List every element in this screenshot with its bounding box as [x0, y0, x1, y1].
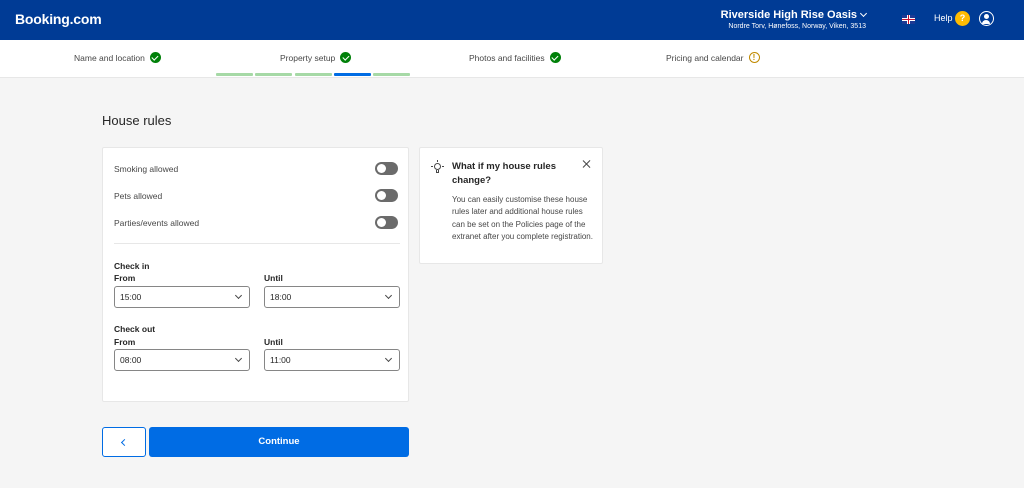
check-in-until-select[interactable]: 18:00	[264, 286, 400, 308]
chevron-down-icon	[859, 9, 868, 18]
tip-body: You can easily customise these house rul…	[452, 195, 593, 241]
check-circle-icon	[549, 52, 561, 63]
house-rules-tip-card: What if my house rules change? You can e…	[419, 147, 603, 264]
chevron-down-icon	[384, 291, 393, 300]
check-out-from-select[interactable]: 08:00	[114, 349, 250, 371]
select-value: 11:00	[270, 355, 291, 365]
pets-toggle[interactable]	[375, 189, 398, 202]
property-switcher[interactable]: Riverside High Rise Oasis Nordre Torv, H…	[720, 9, 868, 30]
chevron-down-icon	[234, 354, 243, 363]
progress-steps: Name and location Property setup Photos …	[0, 40, 1024, 78]
chevron-down-icon	[234, 291, 243, 300]
check-out-from-label: From	[114, 337, 136, 347]
progress-segment	[255, 73, 292, 76]
step-photos-and-facilities[interactable]: Photos and facilities	[469, 52, 561, 63]
chevron-down-icon	[384, 354, 393, 363]
rule-pets: Pets allowed	[114, 189, 398, 203]
rule-label: Pets allowed	[114, 191, 163, 201]
rule-label: Smoking allowed	[114, 164, 179, 174]
check-out-until-select[interactable]: 11:00	[264, 349, 400, 371]
check-in-from-label: From	[114, 273, 136, 283]
step-name-and-location[interactable]: Name and location	[74, 52, 161, 63]
check-in-from-select[interactable]: 15:00	[114, 286, 250, 308]
property-address: Nordre Torv, Hønefoss, Norway, Viken, 35…	[728, 23, 866, 30]
progress-segment	[373, 73, 410, 76]
top-bar: Booking.com Riverside High Rise Oasis No…	[0, 0, 1024, 40]
lightbulb-icon	[431, 160, 444, 174]
progress-segment-active	[334, 73, 371, 76]
step-pricing-and-calendar[interactable]: Pricing and calendar !	[666, 52, 760, 63]
progress-segment	[216, 73, 253, 76]
tip-title: What if my house rules change?	[452, 161, 556, 186]
back-button[interactable]	[102, 427, 146, 457]
parties-toggle[interactable]	[375, 216, 398, 229]
step-label: Property setup	[280, 52, 336, 63]
step-label: Pricing and calendar	[666, 52, 744, 63]
continue-button[interactable]: Continue	[149, 427, 409, 457]
check-out-until-label: Until	[264, 337, 283, 347]
check-in-title: Check in	[114, 261, 150, 271]
rule-smoking: Smoking allowed	[114, 162, 398, 176]
step-property-setup[interactable]: Property setup	[280, 52, 352, 63]
step-label: Name and location	[74, 52, 145, 63]
check-out-title: Check out	[114, 324, 156, 334]
chevron-left-icon	[120, 438, 129, 447]
check-circle-icon	[340, 52, 352, 63]
check-circle-icon	[149, 52, 161, 63]
select-value: 08:00	[120, 355, 142, 365]
user-account-icon[interactable]	[979, 11, 994, 26]
help-badge-icon[interactable]: ?	[955, 11, 970, 26]
warning-circle-icon: !	[748, 52, 760, 63]
divider	[114, 243, 400, 244]
check-in-until-label: Until	[264, 273, 283, 283]
help-link[interactable]: Help	[934, 13, 953, 23]
property-name-row[interactable]: Riverside High Rise Oasis	[720, 9, 868, 21]
select-value: 18:00	[270, 292, 292, 302]
rule-parties: Parties/events allowed	[114, 216, 398, 230]
property-name: Riverside High Rise Oasis	[720, 9, 857, 21]
progress-segment	[295, 73, 332, 76]
step-label: Photos and facilities	[469, 52, 545, 63]
booking-logo[interactable]: Booking.com	[15, 11, 102, 27]
smoking-toggle[interactable]	[375, 162, 398, 175]
close-icon[interactable]	[582, 159, 592, 169]
select-value: 15:00	[120, 292, 142, 302]
rule-label: Parties/events allowed	[114, 218, 200, 228]
uk-flag-icon[interactable]	[902, 15, 915, 24]
house-rules-card: Smoking allowed Pets allowed Parties/eve…	[102, 147, 409, 402]
page-title: House rules	[102, 113, 172, 128]
